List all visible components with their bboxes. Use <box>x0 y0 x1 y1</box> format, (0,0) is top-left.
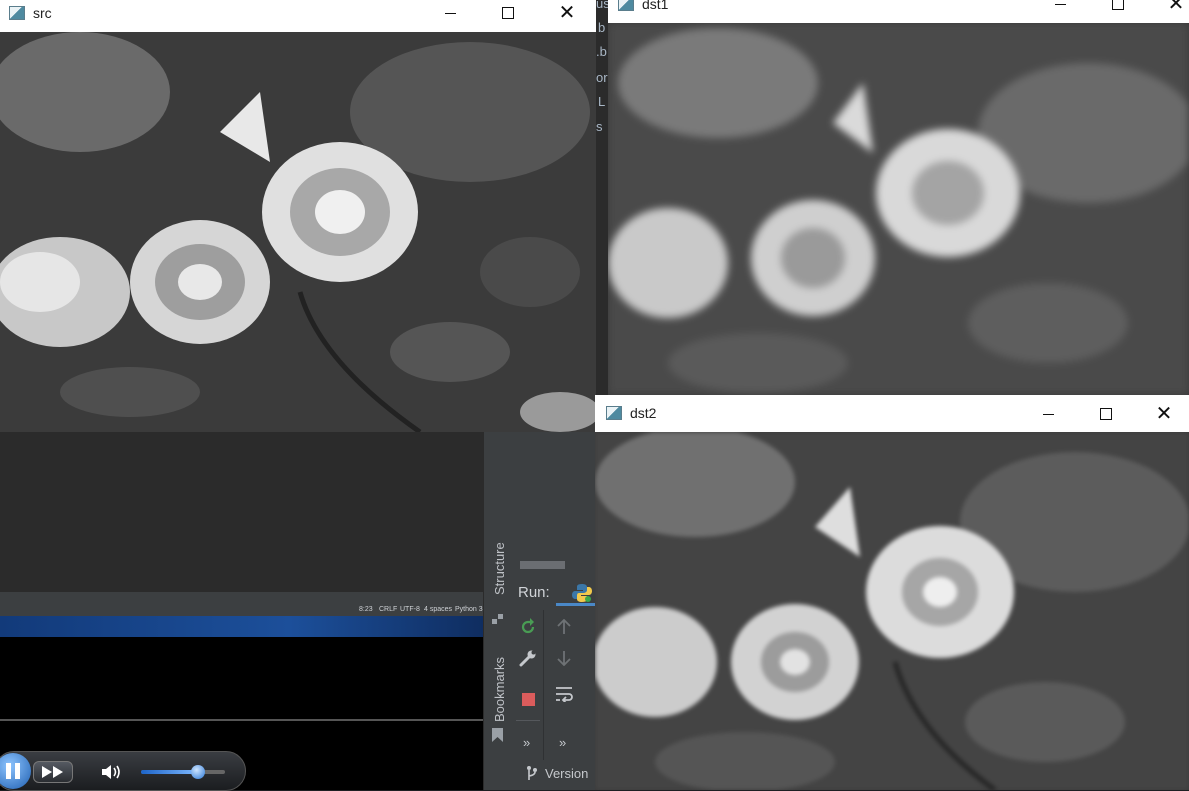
bg-fragment: or <box>596 70 608 85</box>
bg-fragment: us <box>596 0 608 11</box>
media-player-controls <box>0 751 246 791</box>
up-arrow-icon <box>557 619 571 634</box>
window-icon <box>618 0 634 11</box>
fast-forward-button[interactable] <box>33 761 73 783</box>
close-icon: ✕ <box>558 2 576 24</box>
status-line-separator[interactable]: CRLF <box>379 606 397 613</box>
close-icon: ✕ <box>1167 0 1185 15</box>
rose-photo-blurred <box>608 23 1189 395</box>
window-title: dst2 <box>630 405 657 421</box>
volume-slider-thumb[interactable] <box>191 765 206 779</box>
minimize-button[interactable] <box>427 0 473 26</box>
fast-forward-icon <box>42 766 63 778</box>
scroll-up-button[interactable] <box>550 614 578 640</box>
close-button[interactable]: ✕ <box>1141 401 1187 427</box>
dst2-window: dst2 ✕ <box>595 395 1189 790</box>
version-control-tab[interactable]: Version <box>545 766 588 781</box>
more-actions-left[interactable]: » <box>523 735 530 750</box>
status-interpreter[interactable]: Python 3 <box>455 606 483 613</box>
rerun-button[interactable] <box>514 614 542 640</box>
scroll-down-button[interactable] <box>550 645 578 671</box>
bookmarks-tab[interactable]: Bookmarks <box>492 657 507 722</box>
ide-run-panel: Run: » » Version <box>510 432 595 790</box>
window-icon <box>606 406 622 420</box>
run-tab-underline <box>556 603 595 606</box>
close-icon: ✕ <box>1155 403 1173 425</box>
bg-fragment: b <box>598 20 606 35</box>
stop-icon <box>521 692 535 706</box>
speaker-icon[interactable] <box>101 764 123 780</box>
background-window-gap: us b .b or L s <box>596 0 608 395</box>
more-actions-right[interactable]: » <box>559 735 566 750</box>
close-button[interactable]: ✕ <box>1153 0 1189 17</box>
dst1-window: dst1 ✕ <box>608 0 1189 395</box>
rose-photo-smoothed <box>595 432 1189 790</box>
down-arrow-icon <box>557 651 571 666</box>
dst1-titlebar[interactable]: dst1 ✕ <box>608 0 1189 23</box>
maximize-button[interactable] <box>485 0 531 26</box>
ide-left-toolstrip: Structure Bookmarks <box>483 432 510 790</box>
minimize-button[interactable] <box>1037 0 1083 17</box>
src-image <box>0 32 596 432</box>
maximize-button[interactable] <box>1095 0 1141 17</box>
media-player-seek-line[interactable] <box>0 719 483 721</box>
branch-icon[interactable] <box>526 765 538 781</box>
maximize-button[interactable] <box>1083 401 1129 427</box>
minimize-icon <box>444 12 456 14</box>
minimize-icon <box>1042 413 1054 415</box>
status-indent[interactable]: 4 spaces <box>424 606 452 613</box>
maximize-icon <box>502 7 514 19</box>
rerun-icon <box>521 618 535 634</box>
bg-fragment: L <box>598 94 606 109</box>
minimize-button[interactable] <box>1025 401 1071 427</box>
structure-tab[interactable]: Structure <box>492 542 507 595</box>
status-encoding[interactable]: UTF-8 <box>400 606 420 613</box>
window-icon <box>9 6 25 20</box>
src-titlebar[interactable]: src ✕ <box>0 0 596 32</box>
minimize-icon <box>1054 3 1066 5</box>
wrench-icon <box>519 650 536 667</box>
run-toolbar-separator <box>516 720 540 721</box>
python-icon[interactable] <box>572 583 592 603</box>
window-title: src <box>33 5 52 21</box>
src-window: src ✕ <box>0 0 596 432</box>
settings-button[interactable] <box>514 645 542 671</box>
volume-slider-fill <box>141 770 199 774</box>
stop-button[interactable] <box>514 686 542 712</box>
run-label: Run: <box>518 584 550 601</box>
bg-fragment: s <box>596 119 603 134</box>
volume-slider-track[interactable] <box>141 765 225 779</box>
soft-wrap-icon <box>556 687 573 702</box>
dst1-image <box>608 23 1189 395</box>
maximize-icon <box>1100 408 1112 420</box>
pause-button[interactable] <box>0 753 31 789</box>
dst2-titlebar[interactable]: dst2 ✕ <box>595 395 1189 432</box>
run-panel-drag-handle[interactable] <box>520 561 565 569</box>
maximize-icon <box>1112 0 1124 10</box>
pause-icon <box>6 763 11 779</box>
ide-status-bar: 8:23 CRLF UTF-8 4 spaces Python 3 <box>0 604 483 616</box>
soft-wrap-button[interactable] <box>550 681 578 707</box>
rose-photo-sharp <box>0 32 596 432</box>
ide-status-strip <box>0 592 483 604</box>
taskbar-strip <box>0 616 483 637</box>
run-toolbar-divider <box>543 610 544 760</box>
bookmark-icon[interactable] <box>492 728 503 742</box>
close-button[interactable]: ✕ <box>544 0 590 26</box>
status-position[interactable]: 8:23 <box>359 606 373 613</box>
dst2-image <box>595 432 1189 790</box>
ide-editor-area <box>0 432 483 592</box>
window-title: dst1 <box>642 0 669 12</box>
structure-icon[interactable] <box>492 613 504 625</box>
bg-fragment: .b <box>596 44 607 59</box>
